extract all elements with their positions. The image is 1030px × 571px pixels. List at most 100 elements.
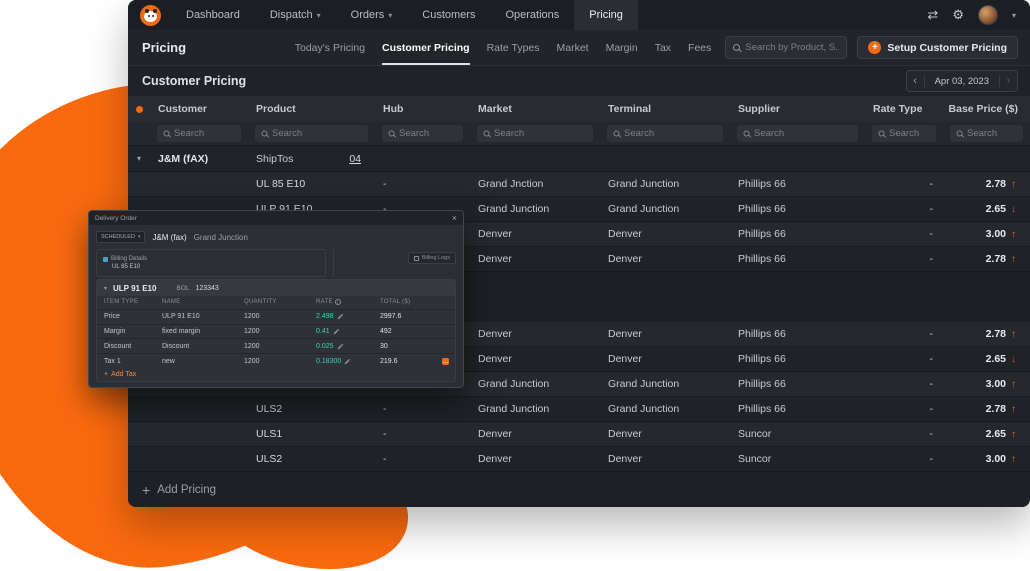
add-pricing-label: Add Pricing xyxy=(157,483,216,496)
item-row[interactable]: Margin fixed margin 1200 0.41 492 xyxy=(97,323,455,339)
col-customer[interactable]: Customer xyxy=(150,103,248,115)
filter-base-price-input[interactable] xyxy=(967,128,1017,139)
date-label[interactable]: Apr 03, 2023 xyxy=(925,76,999,87)
gear-icon[interactable]: ⚙ xyxy=(952,7,964,23)
table-row[interactable]: ULS1 - Denver Denver Suncor - 2.65 ↑ xyxy=(128,422,1030,447)
item-row[interactable]: Tax 1 new 1200 0.18300 219.6 … xyxy=(97,353,455,368)
search-icon xyxy=(743,130,750,137)
nav-label: Dispatch xyxy=(269,9,313,21)
col-rate: RATE i xyxy=(316,299,380,306)
edit-pencil-icon[interactable] xyxy=(337,343,344,350)
section-bar: Customer Pricing ‹ Apr 03, 2023 › xyxy=(128,66,1030,96)
filter-terminal-input[interactable] xyxy=(624,128,717,139)
chevron-down-icon[interactable]: ▾ xyxy=(128,154,150,163)
prev-date-button[interactable]: ‹ xyxy=(907,75,925,87)
filter-customer-input[interactable] xyxy=(174,128,235,139)
column-filter-row xyxy=(128,122,1030,146)
edit-pencil-icon[interactable] xyxy=(333,328,340,335)
col-hub[interactable]: Hub xyxy=(375,103,470,115)
shiptos-count-link[interactable]: 04 xyxy=(349,153,361,165)
customer-group-row[interactable]: ▾ J&M (fAX) ShipTos 04 xyxy=(128,146,1030,172)
row-menu-button[interactable]: … xyxy=(442,357,449,365)
billing-item[interactable]: UL 85 E10 xyxy=(103,264,319,270)
nav-item-dispatch[interactable]: Dispatch ▾ xyxy=(255,0,336,30)
item-row[interactable]: Discount Discount 1200 0.025 30 xyxy=(97,338,455,353)
popup-title: Delivery Order xyxy=(95,214,137,222)
rate-value: 2.498 xyxy=(316,313,334,321)
nav-label: Customers xyxy=(422,9,476,21)
item-row[interactable]: Price ULP 91 E10 1200 2.498 2997.6 xyxy=(97,308,455,324)
tab-customer-pricing[interactable]: Customer Pricing xyxy=(382,30,470,65)
table-row[interactable]: ULS2 - Denver Denver Suncor - 3.00 ↑ xyxy=(128,447,1030,472)
filter-hub-input[interactable] xyxy=(399,128,457,139)
status-dot-icon xyxy=(135,105,143,113)
bol-number: 123343 xyxy=(195,284,219,292)
base-price-value: 2.78 xyxy=(985,403,1006,415)
col-terminal[interactable]: Terminal xyxy=(600,103,730,115)
status-dropdown[interactable]: SCHEDULED ▾ xyxy=(96,231,146,243)
col-item-type: ITEM TYPE xyxy=(104,299,139,306)
filter-hub[interactable] xyxy=(382,125,463,142)
billing-details-header[interactable]: Billing Details xyxy=(103,256,319,262)
edit-pencil-icon[interactable] xyxy=(337,313,344,320)
col-supplier[interactable]: Supplier xyxy=(730,103,865,115)
edit-pencil-icon[interactable] xyxy=(344,358,351,365)
filter-supplier-input[interactable] xyxy=(754,128,852,139)
base-price-value: 2.65 xyxy=(985,353,1006,365)
tab-fees[interactable]: Fees xyxy=(688,30,711,65)
global-search[interactable] xyxy=(725,36,848,59)
filter-terminal[interactable] xyxy=(607,125,723,142)
nav-item-customers[interactable]: Customers xyxy=(407,0,490,30)
trend-icon: ↑ xyxy=(1011,178,1016,190)
search-icon xyxy=(956,130,963,137)
page-title: Pricing xyxy=(142,40,187,55)
filter-market-input[interactable] xyxy=(494,128,587,139)
chevron-down-icon[interactable]: ▾ xyxy=(1012,11,1016,20)
transactions-icon[interactable]: ⇄ xyxy=(927,7,938,23)
search-icon xyxy=(878,130,885,137)
filter-customer[interactable] xyxy=(157,125,241,142)
nav-item-orders[interactable]: Orders ▾ xyxy=(336,0,408,30)
billing-logs-button[interactable]: Billing Logs xyxy=(407,252,456,264)
nav-item-pricing[interactable]: Pricing xyxy=(574,0,638,30)
table-row[interactable]: ULS2 - Grand Junction Grand Junction Phi… xyxy=(128,397,1030,422)
table-row[interactable]: UL 85 E10 - Grand Jnction Grand Junction… xyxy=(128,172,1030,197)
tab-market[interactable]: Market xyxy=(557,30,589,65)
tab-margin[interactable]: Margin xyxy=(606,30,638,65)
search-icon xyxy=(733,44,741,51)
filter-rate-type-input[interactable] xyxy=(889,128,930,139)
status-column-header xyxy=(128,105,150,113)
add-pricing-button[interactable]: + Add Pricing xyxy=(128,472,1030,507)
popup-titlebar[interactable]: Delivery Order × xyxy=(89,211,463,225)
filter-rate-type[interactable] xyxy=(872,125,936,142)
next-date-button[interactable]: › xyxy=(999,75,1017,87)
billing-details-box[interactable]: Billing Details UL 85 E10 xyxy=(96,249,326,277)
info-icon[interactable]: i xyxy=(334,299,341,306)
col-rate-type[interactable]: Rate Type xyxy=(865,103,943,115)
group-product-label: ShipTos xyxy=(256,152,294,165)
close-icon[interactable]: × xyxy=(452,213,457,223)
col-market[interactable]: Market xyxy=(470,103,600,115)
chevron-down-icon[interactable]: ▾ xyxy=(104,285,107,292)
filter-base-price[interactable] xyxy=(950,125,1023,142)
logs-label: Billing Logs xyxy=(421,255,450,261)
filter-supplier[interactable] xyxy=(737,125,858,142)
nav-item-dashboard[interactable]: Dashboard xyxy=(171,0,255,30)
tab-tax[interactable]: Tax xyxy=(655,30,671,65)
logo-panda-icon[interactable] xyxy=(140,4,161,26)
nav-item-operations[interactable]: Operations xyxy=(490,0,574,30)
avatar[interactable] xyxy=(977,5,998,25)
col-product[interactable]: Product xyxy=(248,103,375,115)
tab-rate-types[interactable]: Rate Types xyxy=(487,30,540,65)
tab-todays-pricing[interactable]: Today's Pricing xyxy=(295,30,365,65)
filter-product-input[interactable] xyxy=(272,128,362,139)
logs-icon xyxy=(413,255,419,261)
col-base-price[interactable]: Base Price ($) xyxy=(943,103,1030,115)
order-item-header[interactable]: ▾ ULP 91 E10 BOL 123343 xyxy=(97,280,455,296)
filter-product[interactable] xyxy=(255,125,368,142)
setup-customer-pricing-button[interactable]: + Setup Customer Pricing xyxy=(857,36,1018,59)
add-tax-button[interactable]: + Add Tax xyxy=(97,368,455,381)
search-input[interactable] xyxy=(745,42,840,53)
screen: Dashboard Dispatch ▾ Orders ▾ Customers Op… xyxy=(0,0,1030,571)
filter-market[interactable] xyxy=(477,125,593,142)
